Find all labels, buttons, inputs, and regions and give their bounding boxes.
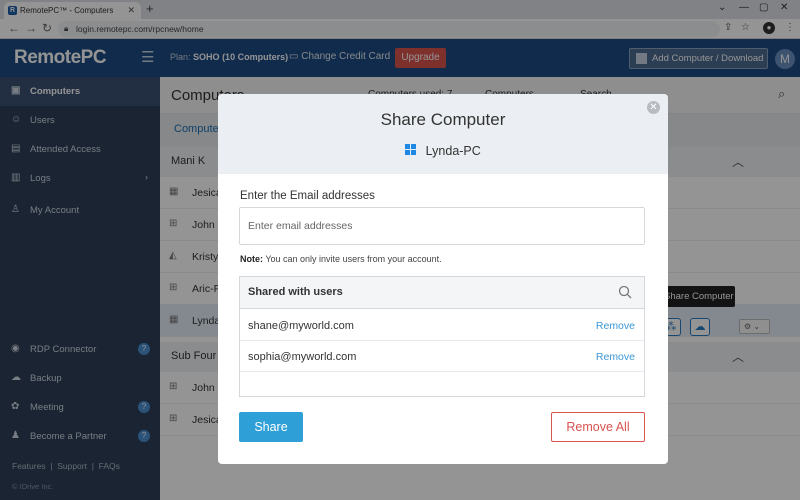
windows-icon — [405, 144, 417, 156]
share-button[interactable]: Share — [239, 412, 303, 442]
shared-users-list: Shared with users shane@myworld.com Remo… — [239, 276, 645, 397]
remove-all-button[interactable]: Remove All — [551, 412, 645, 442]
dialog-computer-name: Lynda-PC — [218, 144, 668, 158]
remove-user-link[interactable]: Remove — [596, 320, 635, 332]
invite-note: Note: You can only invite users from you… — [240, 254, 442, 264]
list-item: shane@myworld.com Remove — [240, 310, 644, 341]
search-icon[interactable] — [618, 285, 632, 299]
shared-user-email: shane@myworld.com — [248, 320, 354, 332]
email-label: Enter the Email addresses — [240, 190, 375, 202]
shared-users-header: Shared with users — [240, 277, 644, 309]
shared-user-email: sophia@myworld.com — [248, 351, 357, 363]
shared-users-title: Shared with users — [248, 286, 343, 298]
dialog-title: Share Computer — [380, 110, 506, 129]
share-computer-dialog: Share Computer Lynda-PC ✕ Enter the Emai… — [218, 94, 668, 464]
list-item: sophia@myworld.com Remove — [240, 341, 644, 372]
email-field[interactable] — [239, 207, 645, 245]
close-icon[interactable]: ✕ — [647, 101, 660, 114]
remove-user-link[interactable]: Remove — [596, 351, 635, 363]
dialog-header: Share Computer Lynda-PC ✕ — [218, 94, 668, 174]
